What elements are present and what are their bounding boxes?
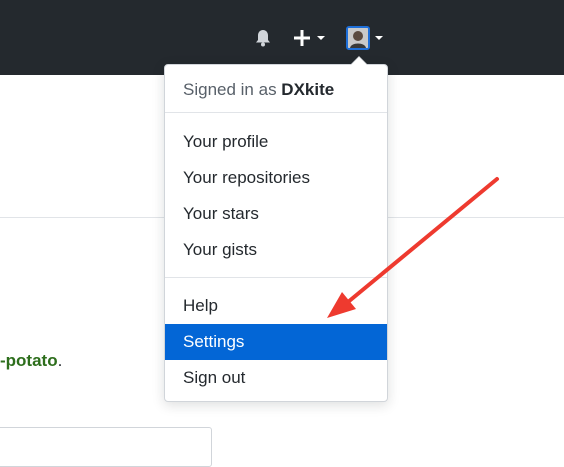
- annotation-arrow: [327, 177, 499, 318]
